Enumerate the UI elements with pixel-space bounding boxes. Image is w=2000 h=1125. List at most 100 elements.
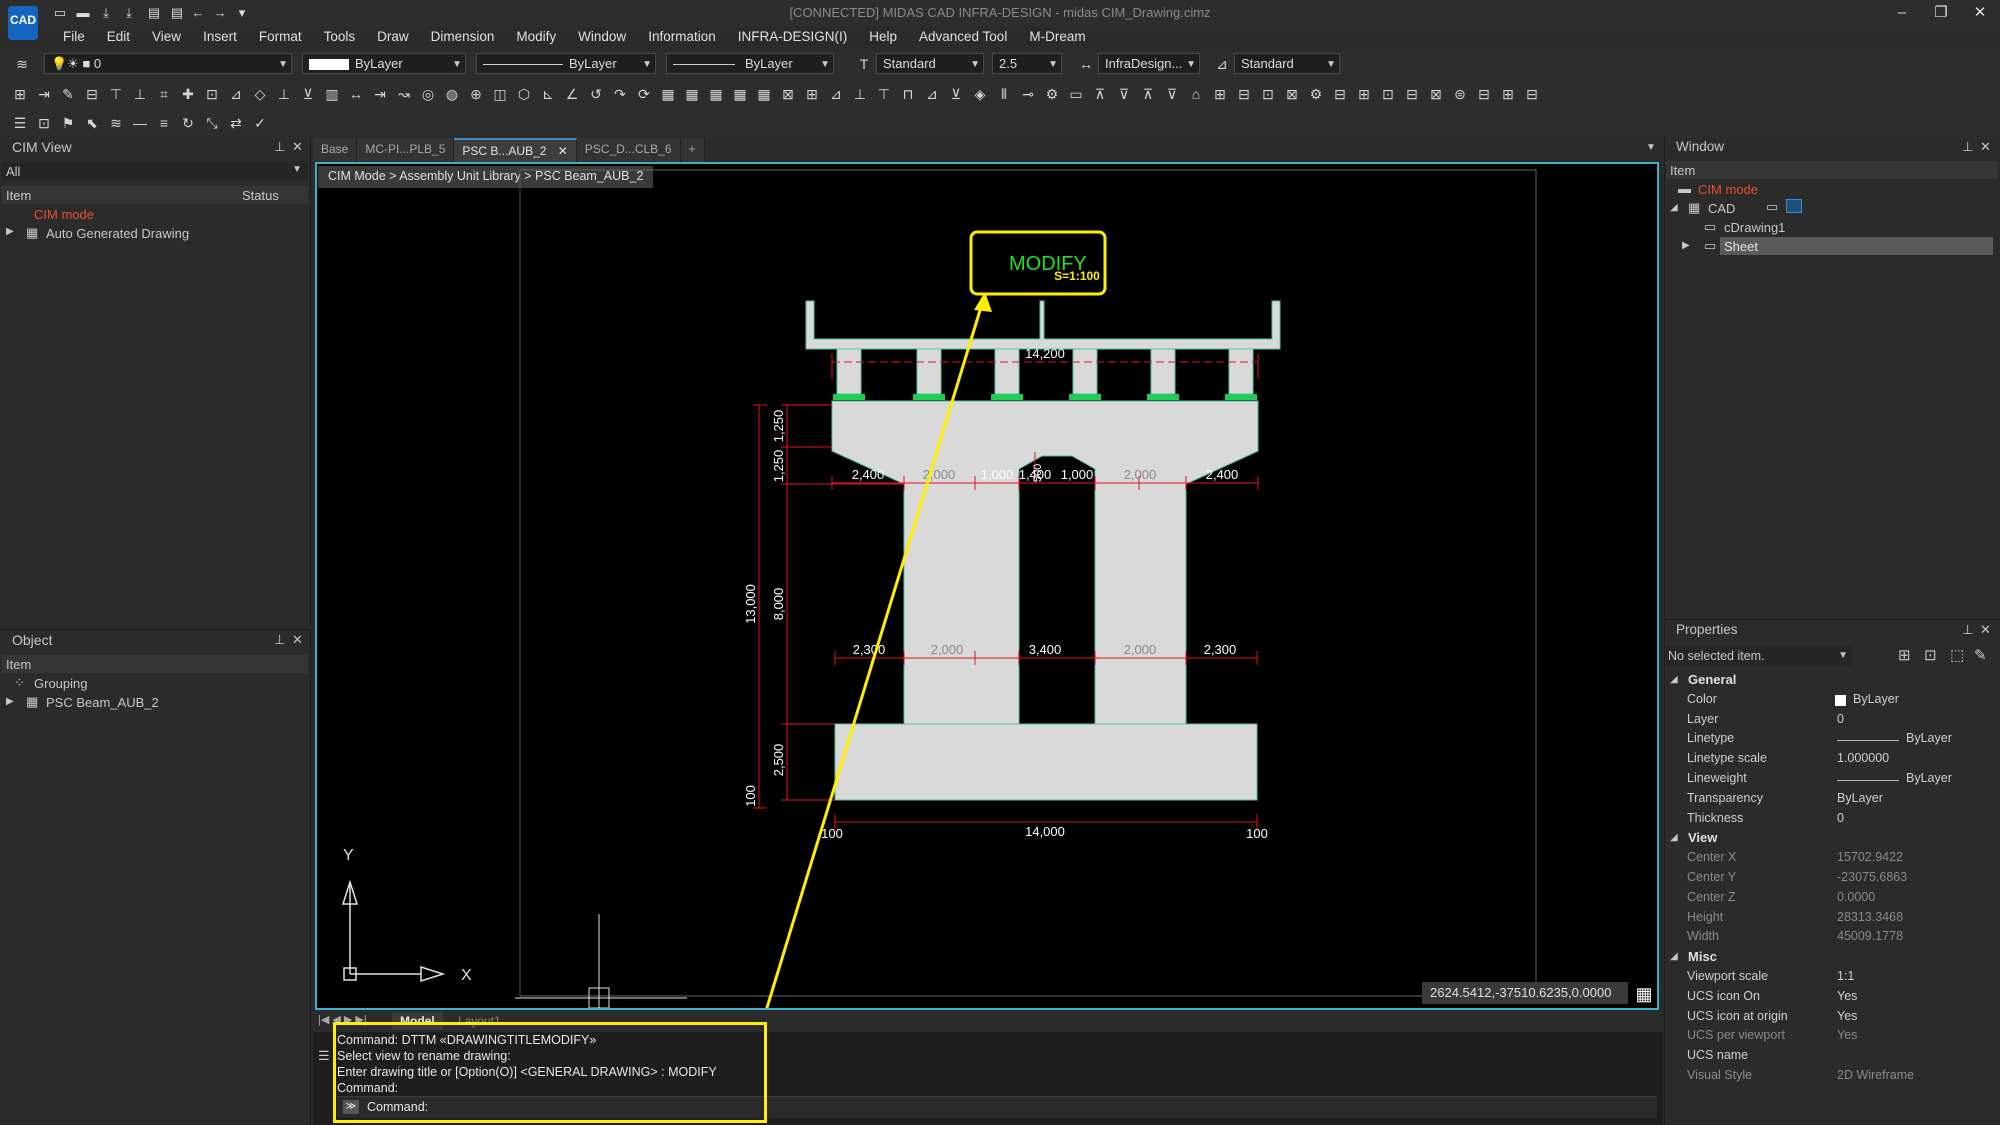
grid-view-icon[interactable]: ▦ [1632,982,1656,1006]
command-menu-icon[interactable]: ☰ [318,1048,330,1064]
color-dropdown[interactable]: ByLayer ▼ [302,53,466,74]
toolbar-modify-icon-4[interactable]: ≋ [106,113,126,133]
toolbar-tool-icon-22[interactable]: ⊾ [538,84,558,104]
close-window-icon[interactable]: ✕ [1962,2,1998,24]
toolbar-modify-icon-0[interactable]: ☰ [10,113,30,133]
close-tab-icon[interactable]: ✕ [554,144,568,158]
text-style-dropdown[interactable]: Standard ▼ [876,53,984,74]
toolbar-tool-icon-41[interactable]: ⦀ [994,84,1014,104]
menu-infra-design-i[interactable]: INFRA-DESIGN(I) [727,26,859,48]
toolbar-tool-icon-37[interactable]: ⊓ [898,84,918,104]
prop-row-color[interactable]: Color ByLayer [1665,692,2000,712]
menu-format[interactable]: Format [248,26,313,48]
prop-row-height[interactable]: Height 28313.3468 [1665,910,2000,930]
tab-list-chevron-icon[interactable]: ▼ [1646,142,1656,153]
toolbar-tool-icon-12[interactable]: ⊻ [298,84,318,104]
prop-row-lineweight[interactable]: Lineweight ByLayer [1665,771,2000,791]
menu-insert[interactable]: Insert [192,26,248,48]
toolbar-tool-icon-18[interactable]: ◍ [442,84,462,104]
prop-row-center-z[interactable]: Center Z 0.0000 [1665,890,2000,910]
toolbar-tool-icon-5[interactable]: ⊥ [130,84,150,104]
prop-row-ucs-icon-on[interactable]: UCS icon On Yes [1665,989,2000,1009]
close-panel-icon[interactable]: ✕ [1980,139,1991,155]
collapse-arrow-icon[interactable]: ◢ [1670,832,1678,843]
toolbar-tool-icon-33[interactable]: ⊞ [802,84,822,104]
menu-help[interactable]: Help [858,26,908,48]
text-height-dropdown[interactable]: 2.5 ▼ [992,53,1062,74]
menu-file[interactable]: File [52,26,96,48]
toolbar-tool-icon-35[interactable]: ⊥ [850,84,870,104]
pin-icon[interactable]: ⊥ [274,632,285,648]
prop-row-center-y[interactable]: Center Y -23075.6863 [1665,870,2000,890]
quick-select-icon[interactable]: ⊡ [1924,646,1937,664]
toolbar-tool-icon-47[interactable]: ⊼ [1138,84,1158,104]
menu-m-dream[interactable]: M-Dream [1018,26,1096,48]
layer-manager-icon[interactable]: ≋ [12,54,32,74]
toolbar-tool-icon-0[interactable]: ⊞ [10,84,30,104]
toolbar-tool-icon-17[interactable]: ◎ [418,84,438,104]
toolbar-tool-icon-51[interactable]: ⊟ [1234,84,1254,104]
prop-row-transparency[interactable]: Transparency ByLayer [1665,791,2000,811]
toolbar-tool-icon-29[interactable]: ▦ [706,84,726,104]
toolbar-tool-icon-46[interactable]: ⊽ [1114,84,1134,104]
prop-row-visual-style[interactable]: Visual Style 2D Wireframe [1665,1068,2000,1088]
collapse-arrow-icon[interactable]: ◢ [1670,202,1678,213]
lineweight-dropdown[interactable]: ByLayer ▼ [666,53,834,74]
tree-item-grouping[interactable]: Grouping [34,676,87,691]
toolbar-tool-icon-7[interactable]: ✚ [178,84,198,104]
toolbar-tool-icon-56[interactable]: ⊞ [1354,84,1374,104]
toolbar-tool-icon-21[interactable]: ⬡ [514,84,534,104]
prop-row-ucs-name[interactable]: UCS name [1665,1048,2000,1068]
toolbar-tool-icon-61[interactable]: ⊟ [1474,84,1494,104]
menu-modify[interactable]: Modify [505,26,567,48]
tree-item-psc-beam[interactable]: PSC Beam_AUB_2 [46,695,159,710]
prop-section-general[interactable]: General [1688,672,1736,687]
toolbar-tool-icon-63[interactable]: ⊟ [1522,84,1542,104]
expand-arrow-icon[interactable]: ▶ [1682,240,1690,251]
toolbar-tool-icon-49[interactable]: ⌂ [1186,84,1206,104]
prop-row-thickness[interactable]: Thickness 0 [1665,811,2000,831]
close-panel-icon[interactable]: ✕ [1980,622,1991,638]
toolbar-tool-icon-26[interactable]: ⟳ [634,84,654,104]
toolbar-tool-icon-52[interactable]: ⊡ [1258,84,1278,104]
toolbar-tool-icon-44[interactable]: ▭ [1066,84,1086,104]
toolbar-tool-icon-40[interactable]: ◈ [970,84,990,104]
toolbar-modify-icon-7[interactable]: ↻ [178,113,198,133]
toolbar-tool-icon-8[interactable]: ⊡ [202,84,222,104]
selection-dropdown[interactable]: No selected item. ▼ [1666,646,1852,666]
toolbar-tool-icon-3[interactable]: ⊟ [82,84,102,104]
expand-arrow-icon[interactable]: ▶ [6,696,14,707]
tree-item-cim-mode[interactable]: CIM mode [34,207,94,222]
toolbar-tool-icon-55[interactable]: ⊟ [1330,84,1350,104]
tree-item-sheet[interactable]: Sheet [1724,239,1758,254]
toolbar-tool-icon-57[interactable]: ⊡ [1378,84,1398,104]
toolbar-tool-icon-9[interactable]: ⊿ [226,84,246,104]
cim-filter-dropdown[interactable]: All ▼ [2,162,308,180]
close-panel-icon[interactable]: ✕ [292,632,303,648]
toolbar-tool-icon-15[interactable]: ⇥ [370,84,390,104]
dim-style-dropdown[interactable]: InfraDesign... ▼ [1098,53,1200,74]
tree-item-sheet-row[interactable] [1720,237,1993,255]
doc-tab-0[interactable]: Base [313,138,358,162]
toolbar-modify-icon-1[interactable]: ⊡ [34,113,54,133]
collapse-arrow-icon[interactable]: ◢ [1670,951,1678,962]
toolbar-modify-icon-6[interactable]: ≡ [154,113,174,133]
tree-item-cad[interactable]: CAD [1708,201,1735,216]
toolbar-tool-icon-42[interactable]: ⊸ [1018,84,1038,104]
toolbar-tool-icon-59[interactable]: ⊠ [1426,84,1446,104]
menu-information[interactable]: Information [637,26,727,48]
toolbar-modify-icon-3[interactable]: ⬉ [82,113,102,133]
pin-icon[interactable]: ⊥ [274,139,285,155]
close-panel-icon[interactable]: ✕ [292,139,303,155]
toolbar-tool-icon-27[interactable]: ▦ [658,84,678,104]
toolbar-tool-icon-58[interactable]: ⊟ [1402,84,1422,104]
table-style-dropdown[interactable]: Standard ▼ [1234,53,1340,74]
toolbar-tool-icon-60[interactable]: ⊜ [1450,84,1470,104]
menu-advanced-tool[interactable]: Advanced Tool [908,26,1018,48]
toolbar-tool-icon-30[interactable]: ▦ [730,84,750,104]
collapse-arrow-icon[interactable]: ◢ [1670,674,1678,685]
toolbar-tool-icon-19[interactable]: ⊕ [466,84,486,104]
prop-row-linetype[interactable]: Linetype ByLayer [1665,731,2000,751]
doc-tab-3[interactable]: PSC_D...CLB_6 [576,138,681,162]
toolbar-tool-icon-6[interactable]: ⌗ [154,84,174,104]
